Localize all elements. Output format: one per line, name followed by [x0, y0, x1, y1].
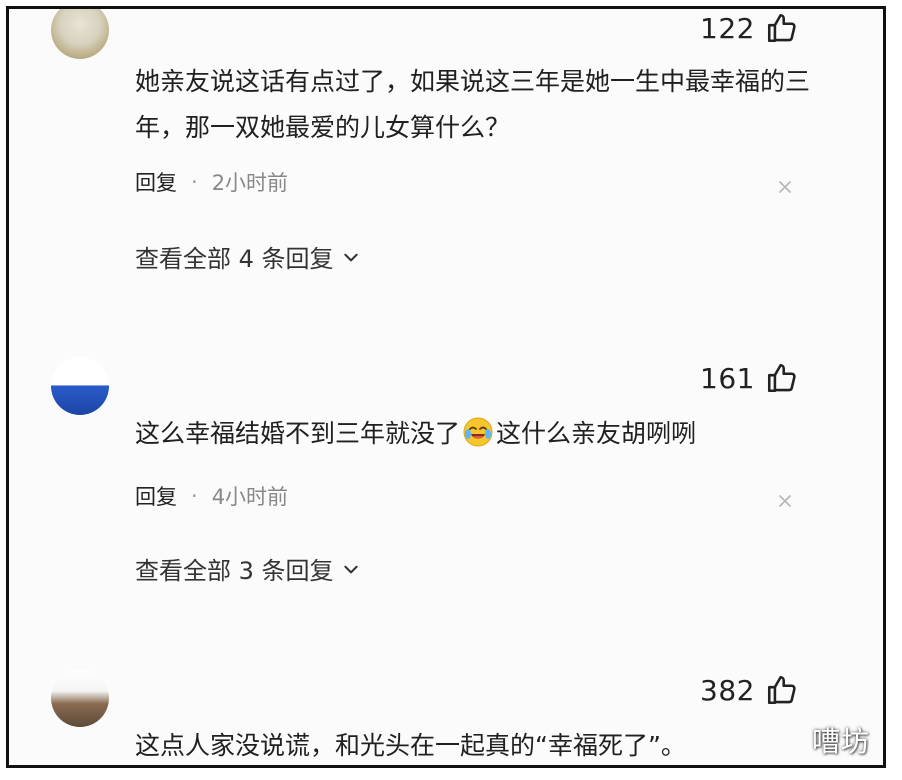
view-all-replies-button[interactable]: 查看全部 3 条回复: [135, 551, 360, 586]
thumbs-up-icon: [767, 363, 796, 393]
comment-text: 这么幸福结婚不到三年就没了 这什么亲友胡咧咧: [135, 411, 815, 457]
laughing-crying-emoji-icon: [463, 417, 493, 447]
view-all-replies-button[interactable]: 查看全部 4 条回复: [135, 239, 360, 274]
meta-separator: ·: [191, 484, 198, 508]
comment-text: 这点人家没说谎，和光头在一起真的“幸福死了”。: [135, 731, 686, 760]
avatar[interactable]: [51, 357, 109, 415]
view-replies-label: 查看全部 3 条回复: [135, 557, 334, 585]
reply-button[interactable]: 回复: [135, 167, 177, 197]
like-button[interactable]: 122: [700, 11, 799, 45]
like-count: 382: [700, 673, 755, 707]
avatar[interactable]: [51, 669, 109, 727]
like-button[interactable]: 382: [700, 673, 799, 707]
like-count: 161: [700, 361, 755, 395]
comment-text: 她亲友说这话有点过了，如果说这三年是她一生中最幸福的三年，那一双她最爱的儿女算什…: [135, 67, 811, 142]
thumbs-up-icon: [767, 13, 796, 43]
comment-meta: 回复 · 4小时前: [135, 481, 288, 511]
close-icon[interactable]: [777, 493, 793, 509]
comment-text-part: 这什么亲友胡咧咧: [496, 419, 697, 448]
comment-time: 2小时前: [211, 171, 289, 195]
chevron-down-icon: [343, 253, 358, 261]
comment-text-part: 这么幸福结婚不到三年就没了: [135, 419, 461, 448]
comment-panel: 122 她亲友说这话有点过了，如果说这三年是她一生中最幸福的三年，那一双她最爱的…: [6, 6, 886, 768]
like-button[interactable]: 161: [700, 361, 799, 395]
avatar[interactable]: [51, 9, 109, 59]
thumbs-up-icon: [767, 675, 796, 705]
reply-button[interactable]: 回复: [135, 481, 177, 511]
comment-time: 4小时前: [211, 485, 289, 509]
like-count: 122: [700, 11, 755, 45]
chevron-down-icon: [343, 565, 358, 573]
meta-separator: ·: [191, 170, 198, 194]
watermark: 嘈坊: [812, 725, 871, 758]
comment-meta: 回复 · 2小时前: [135, 167, 288, 197]
view-replies-label: 查看全部 4 条回复: [135, 245, 334, 273]
close-icon[interactable]: [777, 179, 793, 195]
